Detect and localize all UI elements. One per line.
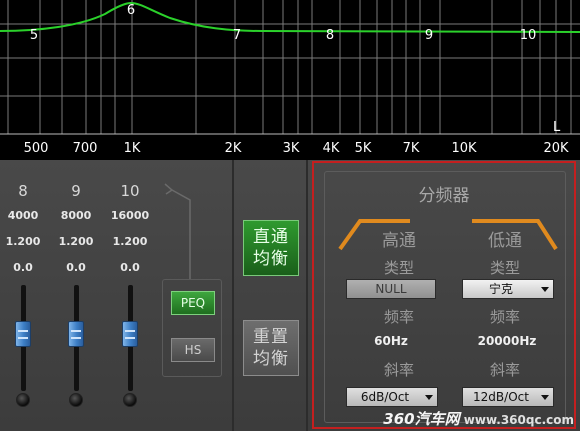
frequency-tick-label: 500	[24, 141, 49, 156]
reset-eq-button[interactable]: 重置 均衡	[243, 320, 299, 376]
lowpass-type-value: 宁克	[488, 282, 513, 296]
frequency-response-graph[interactable]: 5 6 7 8 9 10 500 700 1K 2K 3K 4K 5K 7K 10K 20K L	[0, 0, 580, 160]
reset-label-line2: 均衡	[253, 349, 289, 369]
lowpass-freq-value[interactable]: 20000Hz	[460, 334, 554, 348]
frequency-tick-label: 20K	[543, 141, 569, 156]
highpass-freq-label: 频率	[383, 308, 414, 326]
watermark-logo: 360汽车网	[383, 410, 460, 428]
highpass-slope-label: 斜率	[383, 361, 414, 379]
highpass-slope-select[interactable]: 6dB/Oct	[346, 387, 438, 407]
frequency-tick-label: 5K	[355, 141, 372, 156]
chevron-down-icon	[541, 395, 549, 400]
band-marker[interactable]: 8	[326, 28, 334, 43]
band-marker[interactable]: 5	[30, 28, 38, 43]
direct-eq-button[interactable]: 直通 均衡	[243, 220, 299, 276]
response-curve	[0, 1, 580, 33]
band-marker[interactable]: 9	[425, 28, 433, 43]
channel-label: L	[553, 120, 561, 135]
lowpass-slope-value: 12dB/Oct	[473, 390, 529, 404]
frequency-tick-label: 1K	[124, 141, 141, 156]
frequency-tick-label: 7K	[403, 141, 420, 156]
chevron-down-icon	[541, 287, 549, 292]
highpass-type-select[interactable]: NULL	[346, 279, 436, 299]
highpass-slope-value: 6dB/Oct	[360, 390, 410, 404]
highpass-type-label: 类型	[383, 259, 414, 277]
band-marker[interactable]: 7	[233, 28, 241, 43]
frequency-axis: 500 700 1K 2K 3K 4K 5K 7K 10K 20K	[24, 141, 569, 156]
graph-svg: 5 6 7 8 9 10 500 700 1K 2K 3K 4K 5K 7K 10K 20K L	[0, 0, 580, 156]
chevron-down-icon	[425, 395, 433, 400]
hs-button[interactable]: HS	[171, 338, 215, 362]
frequency-tick-label: 4K	[323, 141, 340, 156]
frequency-tick-label: 3K	[283, 141, 300, 156]
lowpass-freq-label: 频率	[489, 308, 520, 326]
control-panel: 8 4000 1.200 0.0 9 8000 1.200 0.0 10 160…	[0, 160, 580, 431]
highpass-freq-value[interactable]: 60Hz	[346, 334, 436, 348]
direct-label-line2: 均衡	[253, 249, 289, 269]
divider	[306, 160, 308, 431]
band-marker[interactable]: 10	[520, 28, 537, 43]
frequency-tick-label: 10K	[451, 141, 477, 156]
frequency-tick-label: 700	[73, 141, 98, 156]
highpass-title: 高通	[382, 231, 416, 251]
highpass-type-value: NULL	[375, 282, 407, 296]
lowpass-title: 低通	[488, 231, 522, 251]
watermark: 360汽车网 www.360qc.com	[383, 408, 574, 429]
frequency-tick-label: 2K	[225, 141, 242, 156]
reset-label-line1: 重置	[253, 327, 289, 347]
crossover-panel: 分频器 高通 类型 NULL 频率 60Hz 斜率 6dB/Oct 低通 类型 …	[312, 161, 576, 429]
lowpass-slope-select[interactable]: 12dB/Oct	[462, 387, 554, 407]
lowpass-slope-label: 斜率	[489, 361, 520, 379]
direct-label-line1: 直通	[253, 227, 289, 247]
divider	[232, 160, 234, 431]
watermark-url: www.360qc.com	[463, 413, 574, 427]
peq-button[interactable]: PEQ	[171, 291, 215, 315]
band-marker[interactable]: 6	[127, 3, 135, 18]
lowpass-type-label: 类型	[489, 259, 520, 277]
lowpass-type-select[interactable]: 宁克	[462, 279, 554, 299]
